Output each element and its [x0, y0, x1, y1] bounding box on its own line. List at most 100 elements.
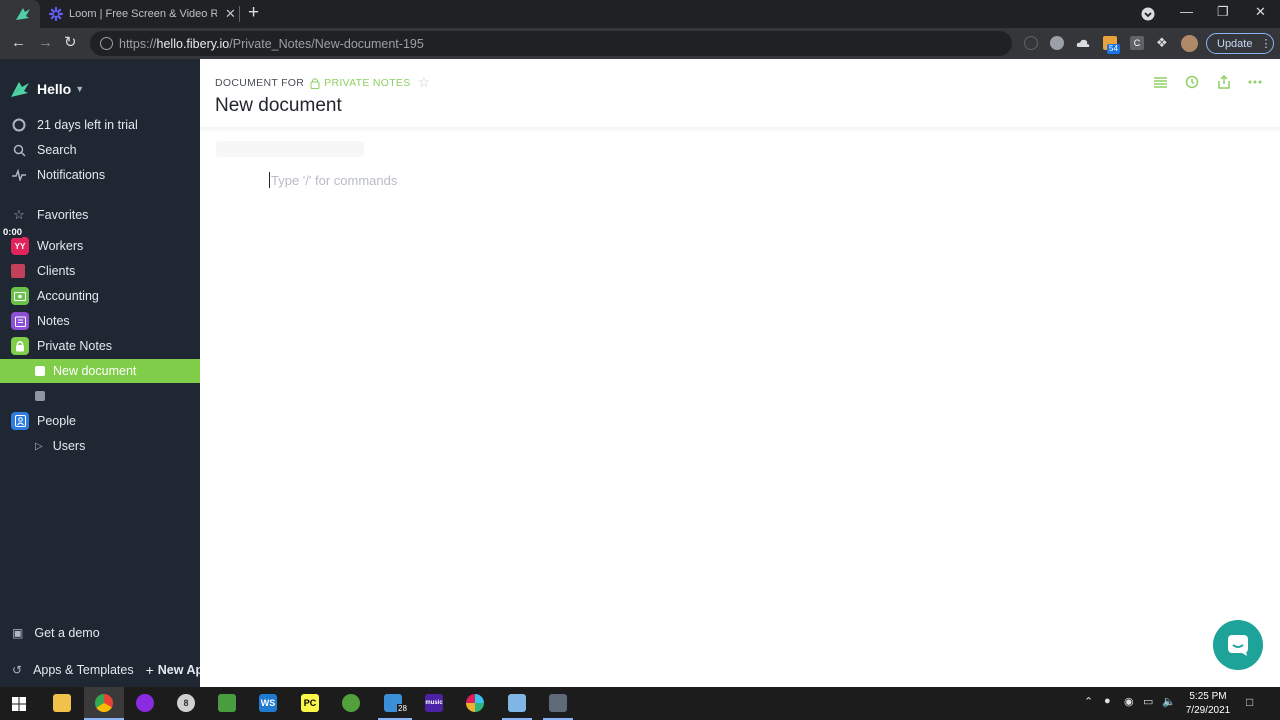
- more-options-icon[interactable]: [1246, 73, 1264, 91]
- sidebar-item-new-document[interactable]: New document: [0, 359, 200, 383]
- close-tab-icon[interactable]: ✕: [225, 6, 236, 22]
- extension-badge: 54: [1107, 44, 1120, 54]
- sidebar-item-workers[interactable]: YY Workers: [0, 234, 200, 258]
- app-8-icon[interactable]: 8: [177, 694, 195, 712]
- notepad-plus-icon[interactable]: [218, 694, 236, 712]
- file-explorer-icon[interactable]: [53, 694, 71, 712]
- breadcrumb: DOCUMENT FOR PRIVATE NOTES ☆: [215, 74, 430, 91]
- sidebar-item-favorites[interactable]: ☆ Favorites: [0, 203, 200, 227]
- forward-arrow-icon[interactable]: →: [38, 33, 53, 53]
- share-icon[interactable]: [1215, 73, 1233, 91]
- cloud-extension-icon[interactable]: [1076, 36, 1090, 50]
- info-extension-icon[interactable]: [1024, 36, 1038, 50]
- battery-icon[interactable]: ▭: [1143, 695, 1153, 708]
- sidebar-item-people[interactable]: People: [0, 409, 200, 433]
- search-icon: [11, 142, 27, 158]
- sidebar-footer: ↺ Apps & Templates + New Ap: [0, 659, 203, 681]
- pulse-icon: [11, 167, 27, 183]
- header-divider: [200, 127, 1280, 133]
- apps-templates-link[interactable]: Apps & Templates: [33, 663, 134, 677]
- sidebar-item-accounting[interactable]: Accounting: [0, 284, 200, 308]
- sidebar: Hello ▼ 21 days left in trial Search Not…: [0, 59, 203, 687]
- people-app-icon: [11, 412, 29, 430]
- windows-taskbar: 8 WS PC 28 music ⌃ ● ◉ ▭ 🔈 5:25 PM 7/29/…: [0, 687, 1280, 720]
- document-icon: [35, 391, 45, 401]
- tab-title: Loom | Free Screen & Video Recording Sof…: [69, 8, 217, 20]
- record-extension-icon[interactable]: [1050, 36, 1064, 50]
- tray-chevron-up-icon[interactable]: ⌃: [1084, 695, 1093, 708]
- microphone-icon[interactable]: ●: [1104, 695, 1111, 707]
- get-demo-label: Get a demo: [34, 626, 100, 640]
- workers-app-icon: YY: [11, 237, 29, 255]
- new-tab-button[interactable]: +: [248, 3, 259, 23]
- new-app-button[interactable]: New Ap: [158, 663, 203, 677]
- sidebar-item-clients[interactable]: Clients: [0, 259, 200, 283]
- fibery-logo-icon: [11, 82, 29, 97]
- get-demo-link[interactable]: ▣ Get a demo: [0, 622, 200, 644]
- demo-icon: ▣: [12, 626, 24, 640]
- sidebar-item-notifications[interactable]: Notifications: [0, 163, 200, 187]
- amazon-music-icon[interactable]: music: [425, 694, 443, 712]
- browser-toolbar: ← → ↻ https://hello.fibery.io/Private_No…: [0, 28, 1280, 59]
- list-icon[interactable]: [1151, 73, 1169, 91]
- plus-icon: +: [145, 662, 154, 678]
- sidebar-item-private-notes[interactable]: Private Notes: [0, 334, 200, 358]
- chat-icon: [1228, 635, 1248, 656]
- breadcrumb-prefix: DOCUMENT FOR: [215, 76, 305, 89]
- sidebar-item-label: Clients: [37, 264, 76, 278]
- active-tab[interactable]: [0, 0, 40, 28]
- chevron-right-icon: ▷: [35, 440, 43, 452]
- windows-start-icon[interactable]: [12, 697, 26, 711]
- minimize-button[interactable]: —: [1180, 4, 1193, 19]
- sidebar-item-label: Accounting: [37, 289, 99, 303]
- pycharm-icon[interactable]: PC: [301, 694, 319, 712]
- system-clock[interactable]: 5:25 PM 7/29/2021: [1180, 690, 1236, 718]
- tray-record-icon[interactable]: ◉: [1124, 695, 1134, 708]
- fibery-favicon-icon: [16, 8, 30, 20]
- loom-favicon-icon: [49, 7, 63, 21]
- breadcrumb-app-link[interactable]: PRIVATE NOTES: [324, 77, 410, 89]
- address-bar[interactable]: https://hello.fibery.io/Private_Notes/Ne…: [90, 31, 1012, 56]
- sidebar-item-untitled-document[interactable]: [0, 384, 200, 408]
- favorite-star-icon[interactable]: ☆: [418, 74, 431, 91]
- sidebar-item-label: Search: [37, 143, 77, 157]
- photos-icon[interactable]: [549, 694, 567, 712]
- restore-button[interactable]: ❐: [1217, 4, 1229, 20]
- workspace-switcher[interactable]: Hello ▼: [10, 80, 84, 98]
- notepad-icon[interactable]: [508, 694, 526, 712]
- webstorm-icon[interactable]: WS: [259, 694, 277, 712]
- tab-loom[interactable]: Loom | Free Screen & Video Recording Sof…: [40, 0, 238, 28]
- close-window-button[interactable]: ✕: [1255, 4, 1266, 20]
- c-extension-icon[interactable]: C: [1130, 36, 1144, 50]
- update-button[interactable]: Update ⋮: [1206, 33, 1274, 54]
- editor-input[interactable]: Type '/' for commands: [269, 172, 397, 188]
- sidebar-item-notes[interactable]: Notes: [0, 309, 200, 333]
- puzzle-extensions-icon[interactable]: ❖: [1156, 36, 1170, 50]
- qlik-icon[interactable]: [342, 694, 360, 712]
- sidebar-item-trial[interactable]: 21 days left in trial: [0, 113, 200, 137]
- profile-avatar[interactable]: [1181, 35, 1198, 52]
- media-app-icon[interactable]: [136, 694, 154, 712]
- update-label: Update: [1217, 37, 1253, 50]
- sidebar-item-label: Private Notes: [37, 339, 113, 353]
- tab-search-icon[interactable]: [1141, 7, 1155, 21]
- page-title[interactable]: New document: [215, 95, 342, 117]
- sidebar-item-label: Notifications: [37, 168, 106, 182]
- volume-icon[interactable]: 🔈: [1162, 695, 1176, 708]
- menu-dots-icon: ⋮: [1260, 38, 1272, 50]
- sidebar-item-label: New document: [53, 364, 137, 378]
- sidebar-item-users[interactable]: ▷ Users: [0, 434, 200, 458]
- intercom-chat-button[interactable]: [1213, 620, 1263, 670]
- reload-icon[interactable]: ↻: [64, 33, 77, 53]
- sidebar-item-search[interactable]: Search: [0, 138, 200, 162]
- history-icon[interactable]: [1183, 73, 1201, 91]
- document-icon: [35, 366, 45, 376]
- sidebar-item-label: Workers: [37, 239, 84, 253]
- action-center-icon[interactable]: □: [1246, 695, 1253, 709]
- url-text: https://hello.fibery.io/Private_Notes/Ne…: [119, 36, 424, 51]
- chrome-taskbar-icon[interactable]: [95, 694, 113, 712]
- back-arrow-icon[interactable]: ←: [11, 33, 26, 53]
- apps-templates-icon: ↺: [12, 663, 23, 677]
- slack-icon[interactable]: [466, 694, 484, 712]
- site-info-icon[interactable]: [100, 37, 113, 50]
